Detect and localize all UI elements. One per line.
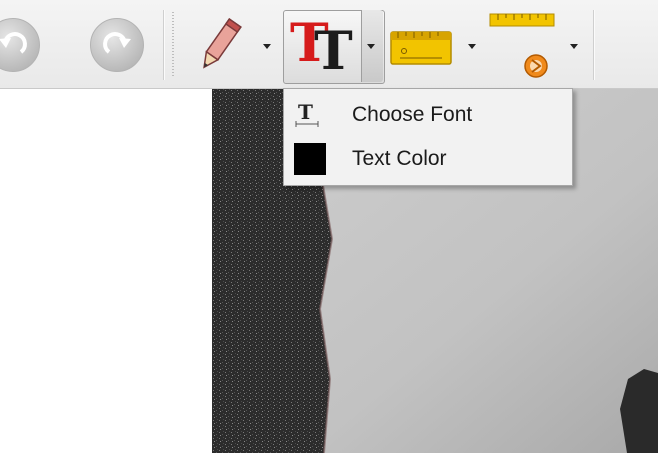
pencil-icon (203, 18, 242, 69)
ruler-dropdown-arrow[interactable] (468, 44, 476, 49)
pencil-dropdown-arrow[interactable] (263, 44, 271, 49)
text-tool-icon: T T (290, 13, 353, 82)
menu-item-label: Text Color (352, 147, 447, 170)
undo-icon (0, 32, 27, 54)
toolbar-grip (172, 12, 174, 76)
svg-text:T: T (298, 100, 313, 124)
toolbar-separator (593, 10, 595, 80)
ruler-tool-button[interactable] (390, 28, 452, 68)
angle-dropdown-arrow[interactable] (570, 44, 578, 49)
text-tool-menu: T Choose Font Text Color (283, 88, 573, 186)
chevron-down-icon (367, 44, 375, 49)
angle-tool-button[interactable] (488, 12, 560, 82)
menu-item-text-color[interactable]: Text Color (284, 137, 572, 181)
ruler-icon (390, 31, 452, 65)
redo-button[interactable] (90, 18, 144, 72)
pencil-tool-button[interactable] (188, 14, 250, 78)
color-swatch-icon (294, 143, 326, 175)
measure-angle-icon (489, 13, 555, 78)
font-icon: T (294, 99, 322, 127)
menu-item-label: Choose Font (352, 103, 473, 126)
redo-icon (103, 32, 131, 54)
menu-item-choose-font[interactable]: T Choose Font (284, 93, 572, 137)
toolbar-separator (163, 10, 165, 80)
undo-button[interactable] (0, 18, 40, 72)
toolbar: T T (0, 0, 658, 89)
